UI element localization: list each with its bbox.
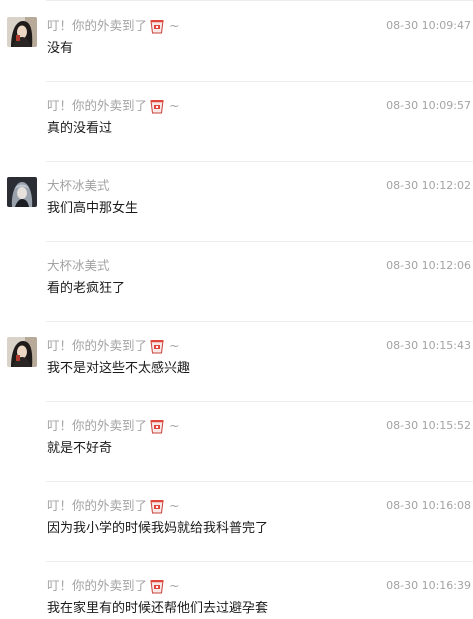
message-text[interactable]: 我们高中那女生 (47, 199, 138, 219)
message-timestamp: 08-30 10:12:06 (386, 259, 471, 272)
message-timestamp: 08-30 10:16:08 (386, 499, 471, 512)
chat-message: 大杯冰美式 08-30 10:12:06 看的老疯狂了 (0, 242, 473, 322)
chat-message: 叮！你的外卖到了 ~ 08-30 10:09:57 真的没看过 (0, 82, 473, 162)
chat-message: 叮！你的外卖到了 ~ 08-30 10:16:08 因为我小学的时候我妈就给我科… (0, 482, 473, 562)
sender-name[interactable]: 叮！你的外卖到了 ~ (47, 337, 180, 355)
message-timestamp: 08-30 10:16:39 (386, 579, 471, 592)
avatar[interactable] (7, 177, 37, 207)
chat-message-list: 叮！你的外卖到了 ~ 08-30 10:09:47 没有 叮！你的外卖到了 ~ … (0, 0, 473, 618)
message-timestamp: 08-30 10:09:57 (386, 99, 471, 112)
sender-name-text: 叮！你的外卖到了 (47, 578, 148, 593)
sender-suffix: ~ (169, 498, 180, 513)
sender-name-text: 叮！你的外卖到了 (47, 338, 148, 353)
sender-name[interactable]: 叮！你的外卖到了 ~ (47, 577, 180, 595)
chat-message: 叮！你的外卖到了 ~ 08-30 10:16:39 我在家里有的时候还帮他们去过… (0, 562, 473, 618)
dark-hair-avatar-icon (7, 17, 37, 47)
message-text[interactable]: 真的没看过 (47, 119, 112, 139)
sender-name[interactable]: 大杯冰美式 (47, 257, 110, 275)
sender-name[interactable]: 大杯冰美式 (47, 177, 110, 195)
sender-name-text: 大杯冰美式 (47, 178, 110, 193)
message-timestamp: 08-30 10:12:02 (386, 179, 471, 192)
message-timestamp: 08-30 10:15:52 (386, 419, 471, 432)
sender-name-text: 叮！你的外卖到了 (47, 498, 148, 513)
takeout-cup-icon (149, 578, 165, 594)
sender-name-text: 叮！你的外卖到了 (47, 418, 148, 433)
message-text[interactable]: 没有 (47, 39, 73, 59)
avatar[interactable] (7, 17, 37, 47)
chat-message: 叮！你的外卖到了 ~ 08-30 10:09:47 没有 (0, 2, 473, 82)
takeout-cup-icon (149, 498, 165, 514)
chat-message: 叮！你的外卖到了 ~ 08-30 10:15:52 就是不好奇 (0, 402, 473, 482)
takeout-cup-icon (149, 98, 165, 114)
sender-suffix: ~ (169, 578, 180, 593)
message-timestamp: 08-30 10:09:47 (386, 19, 471, 32)
message-text[interactable]: 看的老疯狂了 (47, 279, 125, 299)
sender-name-text: 叮！你的外卖到了 (47, 18, 148, 33)
takeout-cup-icon (149, 18, 165, 34)
takeout-cup-icon (149, 418, 165, 434)
sender-name[interactable]: 叮！你的外卖到了 ~ (47, 97, 180, 115)
sender-name[interactable]: 叮！你的外卖到了 ~ (47, 417, 180, 435)
top-divider (46, 0, 473, 1)
sender-suffix: ~ (169, 338, 180, 353)
chat-message: 大杯冰美式 08-30 10:12:02 我们高中那女生 (0, 162, 473, 242)
chat-message: 叮！你的外卖到了 ~ 08-30 10:15:43 我不是对这些不太感兴趣 (0, 322, 473, 402)
sender-name-text: 大杯冰美式 (47, 258, 110, 273)
sender-suffix: ~ (169, 98, 180, 113)
message-text[interactable]: 就是不好奇 (47, 439, 112, 459)
message-text[interactable]: 因为我小学的时候我妈就给我科普完了 (47, 519, 268, 539)
dark-hair-avatar-icon (7, 337, 37, 367)
silver-hair-avatar-icon (7, 177, 37, 207)
sender-name[interactable]: 叮！你的外卖到了 ~ (47, 17, 180, 35)
sender-suffix: ~ (169, 418, 180, 433)
message-text[interactable]: 我不是对这些不太感兴趣 (47, 359, 190, 379)
sender-name[interactable]: 叮！你的外卖到了 ~ (47, 497, 180, 515)
takeout-cup-icon (149, 338, 165, 354)
message-timestamp: 08-30 10:15:43 (386, 339, 471, 352)
sender-name-text: 叮！你的外卖到了 (47, 98, 148, 113)
message-text[interactable]: 我在家里有的时候还帮他们去过避孕套 (47, 599, 268, 619)
sender-suffix: ~ (169, 18, 180, 33)
avatar[interactable] (7, 337, 37, 367)
